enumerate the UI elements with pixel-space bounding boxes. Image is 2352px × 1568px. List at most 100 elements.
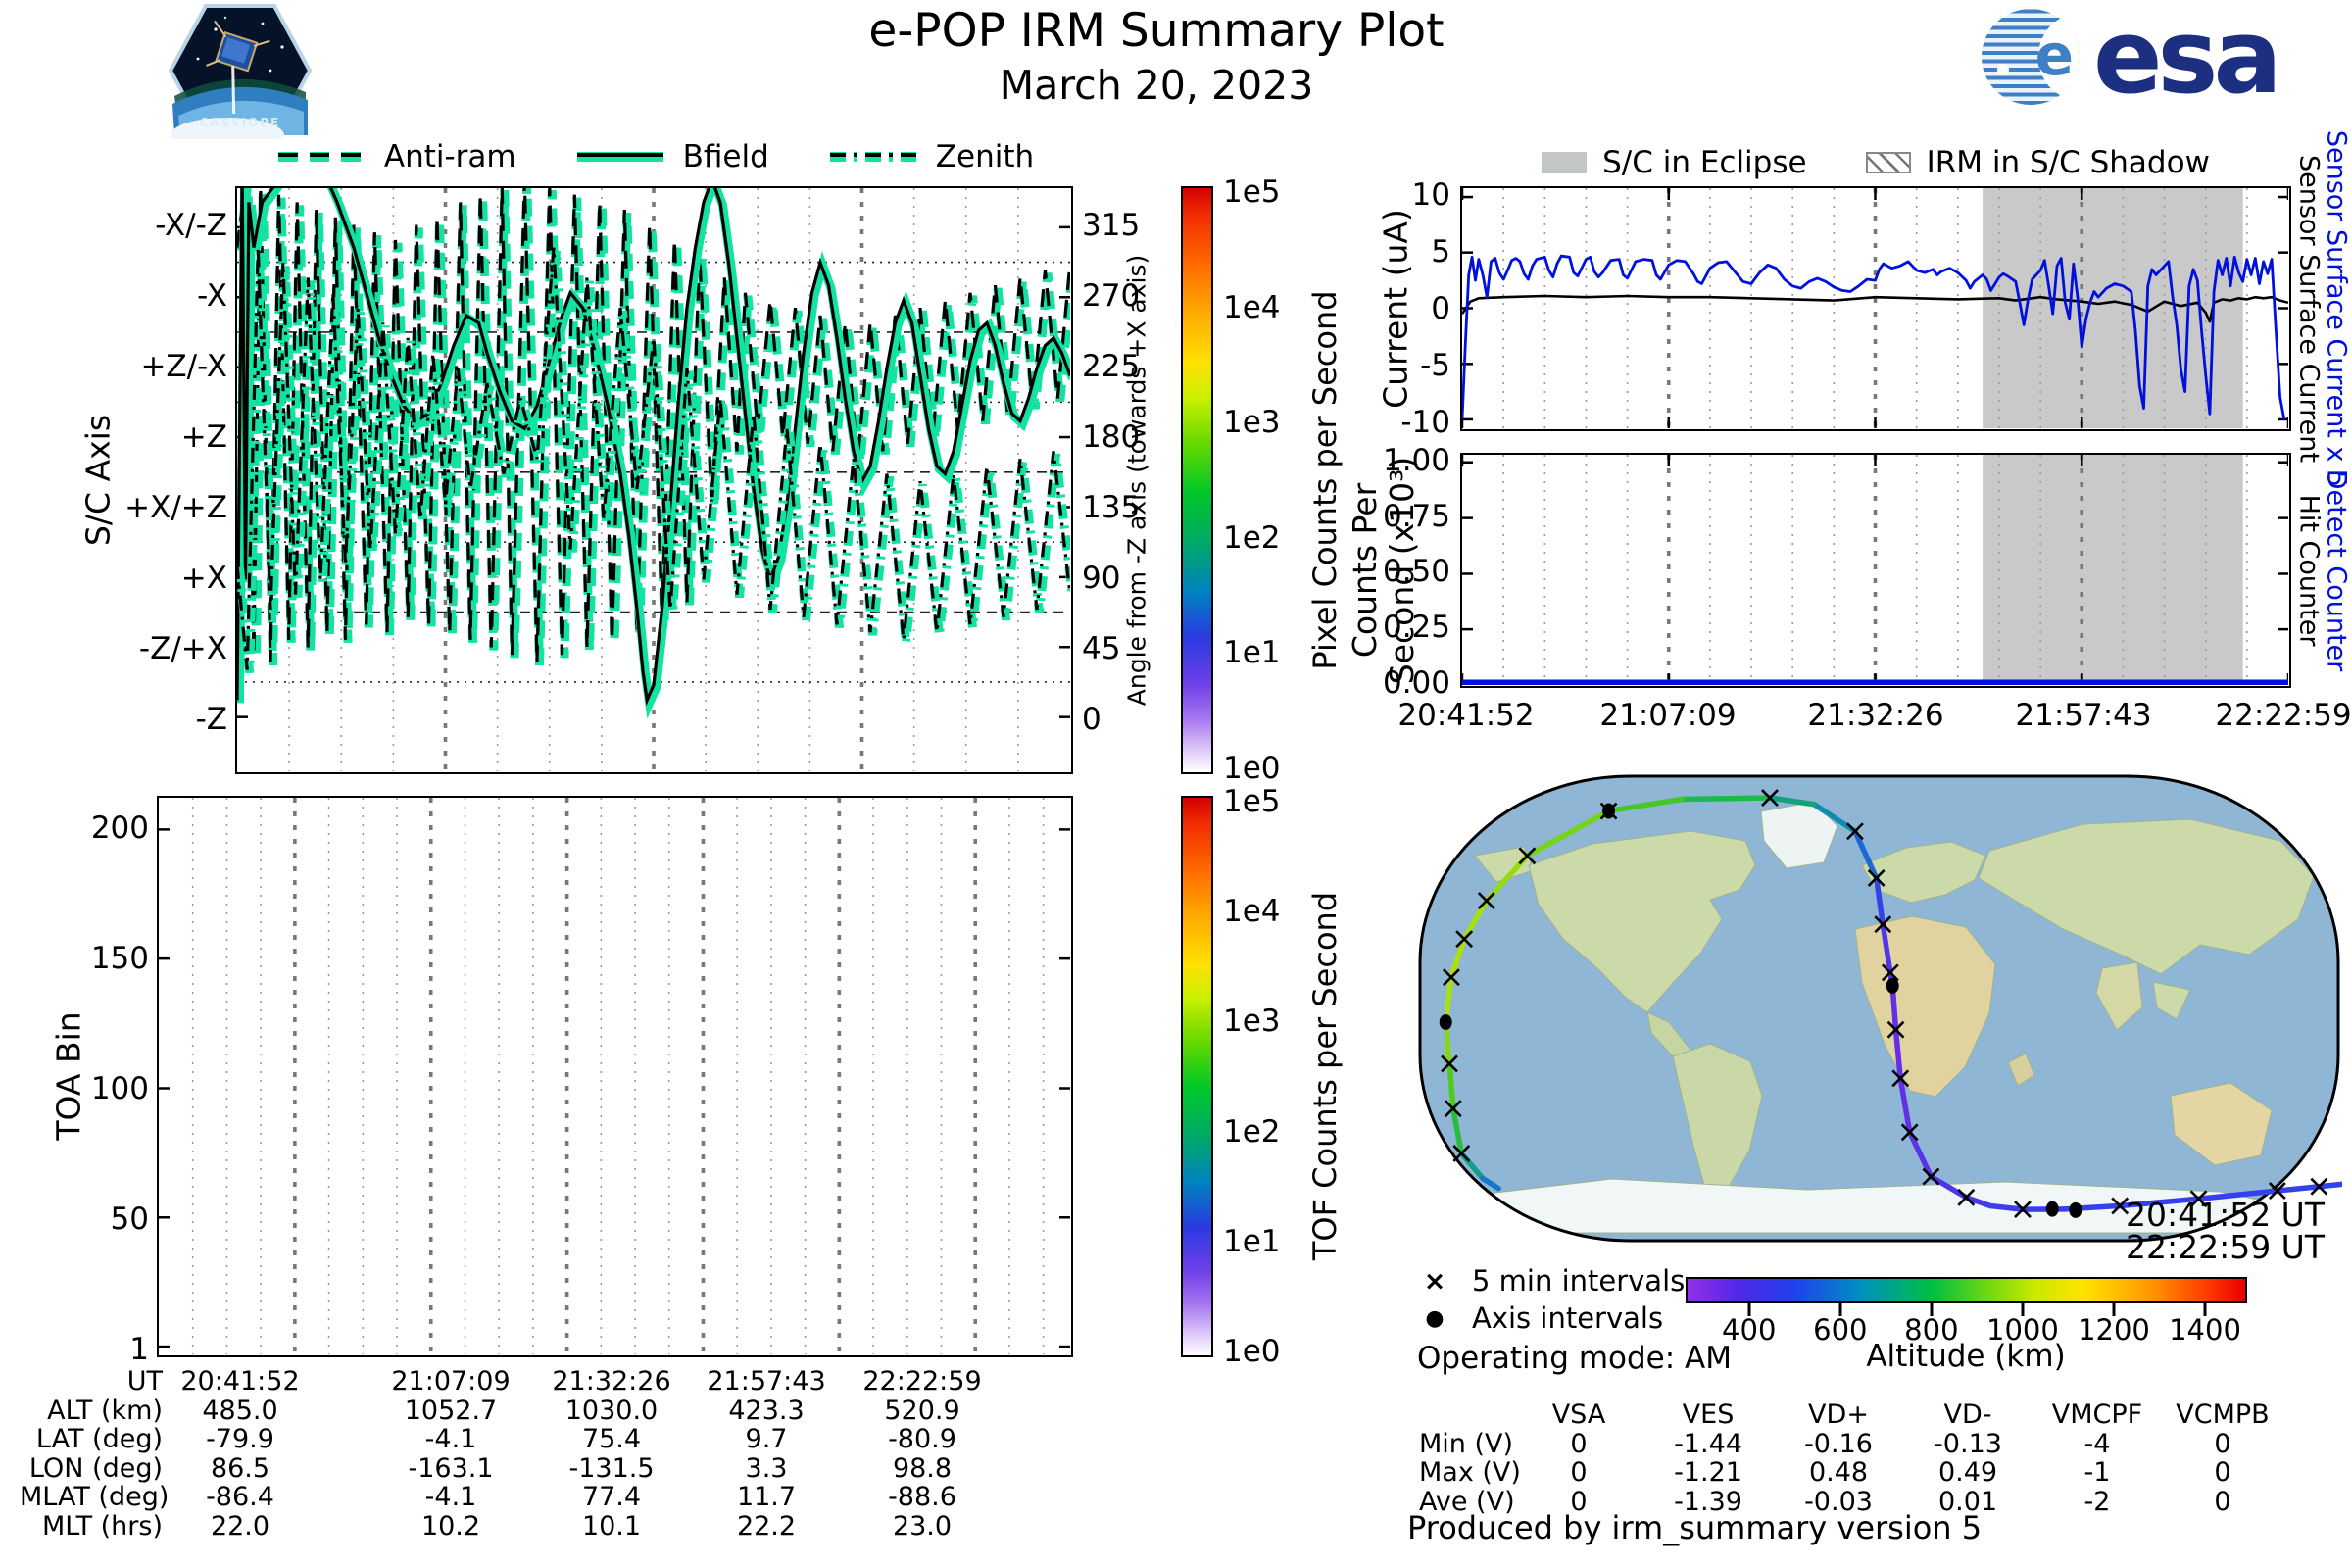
legend-label: Anti-ram [383,139,516,174]
voltage-cell: -0.13 [1934,1428,2002,1459]
voltage-row-label: Min (V) [1419,1428,1514,1459]
legend-item-zenith: Zenith [826,139,1034,174]
counts-tick: 0.75 [1382,498,1450,534]
ground-track-map [1416,772,2342,1245]
ephemeris-cell: -131.5 [568,1452,655,1484]
tof-colorbar [1181,796,1213,1357]
ephemeris-row-label: LAT (deg) [35,1424,163,1454]
altitude-colorbar [1686,1277,2247,1303]
colorbar-tick: 1e1 [1223,635,1281,671]
epop-irm-summary-figure: { "header": { "title": "e-POP IRM Summar… [0,0,2352,1568]
ephemeris-cell: 10.1 [581,1510,642,1542]
voltage-cell: 0 [1570,1457,1588,1488]
ephemeris-cell: -86.4 [206,1482,274,1512]
dot-marker-icon: ● [1425,1305,1445,1331]
counts-tick: 0.00 [1382,665,1450,701]
counts-tick: 0.50 [1382,554,1450,590]
sc-axis-plot [235,186,1073,774]
shadow-legend-item: IRM in S/C Shadow [1865,145,2210,180]
ephemeris-cell: -163.1 [408,1452,494,1484]
eclipse-legend: S/C in Eclipse IRM in S/C Shadow [1460,145,2291,180]
esa-logo: e esa [1982,6,2282,108]
ephemeris-cell: 21:07:09 [391,1366,511,1396]
map-time-end: 22:22:59 UT [2125,1228,2325,1266]
voltage-row-label: Max (V) [1419,1457,1521,1488]
altitude-label: Altitude (km) [1866,1339,2066,1374]
eclipse-swatch-icon [1542,152,1588,173]
x-marker-icon: × [1423,1265,1446,1297]
ephemeris-cell: 520.9 [884,1395,960,1426]
ephemeris-cell: 20:41:52 [180,1366,300,1396]
right-xtick: 22:22:59 [2215,698,2352,733]
shadow-label: IRM in S/C Shadow [1926,145,2210,180]
voltage-cell: -1 [2083,1457,2111,1488]
voltage-column-header: VSA [1551,1399,1606,1430]
ephemeris-cell: 98.8 [892,1452,953,1484]
ephemeris-row-label: UT [126,1366,163,1396]
pixel-colorbar-label: Pixel Counts per Second [1306,290,1344,670]
sc-axis-tick: -X/-Z [155,208,227,244]
angle-tick: 315 [1082,208,1141,244]
current-tick: -5 [1420,348,1450,383]
voltage-cell: -1.21 [1674,1457,1742,1488]
toa-tick: 150 [90,940,149,976]
colorbar-tick: 1e5 [1223,174,1281,210]
page-title: e-POP IRM Summary Plot [868,4,1445,58]
ephemeris-cell: 11.7 [736,1482,797,1512]
ephemeris-cell: 3.3 [745,1452,788,1484]
x-marker-label: 5 min intervals [1472,1264,1686,1298]
detect-counter-label: Detect Counter [2321,468,2352,672]
ephemeris-row-label: MLT (hrs) [41,1510,163,1542]
ephemeris-cell: -88.6 [888,1482,956,1512]
counts-plot [1460,453,2291,688]
ephemeris-cell: 423.3 [728,1395,805,1426]
ephemeris-cell: 75.4 [581,1424,642,1454]
operating-mode: Operating mode: AM [1417,1341,1733,1376]
sc-axis-tick: +X [180,561,227,597]
sensor-current-label: Sensor Surface Current [2293,155,2325,463]
svg-text:CASSIOPE: CASSIOPE [200,116,281,129]
shadow-swatch-icon [1865,152,1911,173]
ephemeris-cell: 22.2 [736,1510,797,1542]
ephemeris-cell: 23.0 [892,1510,953,1542]
colorbar-tick: 1e1 [1223,1223,1281,1259]
alt-tick-label: 1400 [2169,1313,2241,1347]
voltage-column-header: VD- [1943,1399,1992,1430]
ephemeris-cell: 9.7 [745,1424,788,1454]
counts-tick: 1.00 [1382,442,1450,478]
toa-tick: 50 [110,1201,149,1238]
page-date: March 20, 2023 [999,62,1314,109]
sensor-current-x5-label: Sensor Surface Current x 5 [2321,129,2352,488]
mission-patch: CASSIOPE [168,2,313,153]
ephemeris-cell: 485.0 [202,1395,278,1426]
sc-axis-tick: +Z [180,419,227,456]
sc-axis-legend: Anti-ram Bfield Zenith [235,137,1073,176]
current-tick: -10 [1400,404,1450,440]
dot-marker-label: Axis intervals [1472,1301,1664,1335]
current-plot [1460,186,2291,431]
esa-globe-icon: e [1982,9,2080,105]
legend-label: Bfield [682,139,769,174]
sc-axis-tick: -X [197,278,227,315]
ephemeris-row-label: LON (deg) [28,1452,163,1484]
voltage-cell: 0.48 [1808,1457,1869,1488]
current-tick: 10 [1411,177,1450,214]
voltage-column-header: VES [1682,1399,1735,1430]
ephemeris-cell: 77.4 [581,1482,642,1512]
ephemeris-cell: -80.9 [888,1424,956,1454]
legend-item-anti-ram: Anti-ram [274,139,516,174]
voltage-cell: 0.49 [1937,1457,1998,1488]
tof-colorbar-label: TOF Counts per Second [1306,891,1344,1261]
voltage-cell: -0.16 [1804,1428,1873,1459]
ephemeris-cell: 1052.7 [404,1395,498,1426]
voltage-cell: -1.44 [1674,1428,1742,1459]
figure-title-block: e-POP IRM Summary Plot March 20, 2023 [647,4,1666,109]
sc-axis-tick: +Z/-X [140,349,227,385]
colorbar-tick: 1e3 [1223,1004,1281,1040]
ephemeris-row-label: MLAT (deg) [20,1482,170,1512]
toa-tick: 100 [90,1071,149,1107]
voltage-cell: 0 [2214,1428,2231,1459]
ephemeris-cell: 10.2 [420,1510,481,1542]
ephemeris-cell: 22.0 [210,1510,270,1542]
cassiope-patch-icon: CASSIOPE [168,4,313,153]
